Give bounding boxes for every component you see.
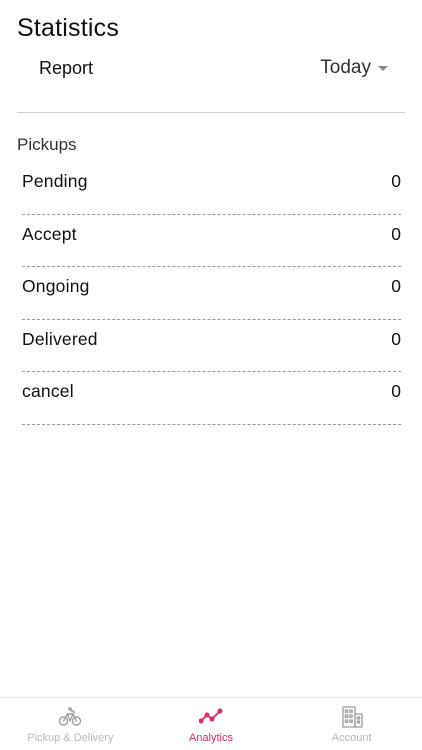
bottom-nav: Pickup & Delivery Analytics Account bbox=[0, 697, 422, 750]
stat-row-accept: Accept 0 bbox=[22, 215, 401, 267]
pickups-section-title: Pickups bbox=[17, 135, 77, 154]
building-icon bbox=[342, 706, 363, 728]
stat-row-pending: Pending 0 bbox=[22, 162, 401, 215]
stat-row-cancel: cancel 0 bbox=[22, 372, 401, 425]
bicycle-icon bbox=[59, 707, 82, 726]
nav-label-account: Account bbox=[331, 732, 372, 744]
nav-label-analytics: Analytics bbox=[188, 732, 234, 744]
stat-row-ongoing: Ongoing 0 bbox=[22, 267, 401, 320]
stat-label-ongoing: Ongoing bbox=[22, 276, 90, 296]
nav-item-account[interactable]: Account bbox=[281, 698, 422, 750]
nav-item-pickup-delivery[interactable]: Pickup & Delivery bbox=[0, 698, 141, 750]
stat-value-pending: 0 bbox=[391, 171, 401, 191]
stat-value-delivered: 0 bbox=[391, 328, 401, 349]
stat-value-ongoing: 0 bbox=[391, 276, 401, 296]
page-title: Statistics bbox=[17, 14, 120, 42]
stat-label-accept: Accept bbox=[22, 223, 77, 244]
analytics-line-icon bbox=[199, 708, 223, 724]
stat-row-delivered: Delivered 0 bbox=[22, 320, 401, 372]
header-divider bbox=[17, 112, 405, 113]
stat-value-cancel: 0 bbox=[391, 381, 401, 401]
period-dropdown-value: Today bbox=[320, 57, 371, 78]
stat-label-cancel: cancel bbox=[22, 381, 74, 401]
stat-label-pending: Pending bbox=[22, 171, 88, 191]
caret-down-icon bbox=[378, 66, 388, 71]
pickups-stat-list: Pending 0 Accept 0 Ongoing 0 Delivered 0… bbox=[22, 162, 401, 425]
nav-label-pickup-delivery: Pickup & Delivery bbox=[27, 732, 114, 744]
stat-value-accept: 0 bbox=[391, 223, 401, 244]
nav-item-analytics[interactable]: Analytics bbox=[141, 698, 282, 750]
period-dropdown[interactable]: Today bbox=[320, 56, 388, 80]
stat-label-delivered: Delivered bbox=[22, 328, 98, 349]
report-label: Report bbox=[39, 58, 94, 78]
